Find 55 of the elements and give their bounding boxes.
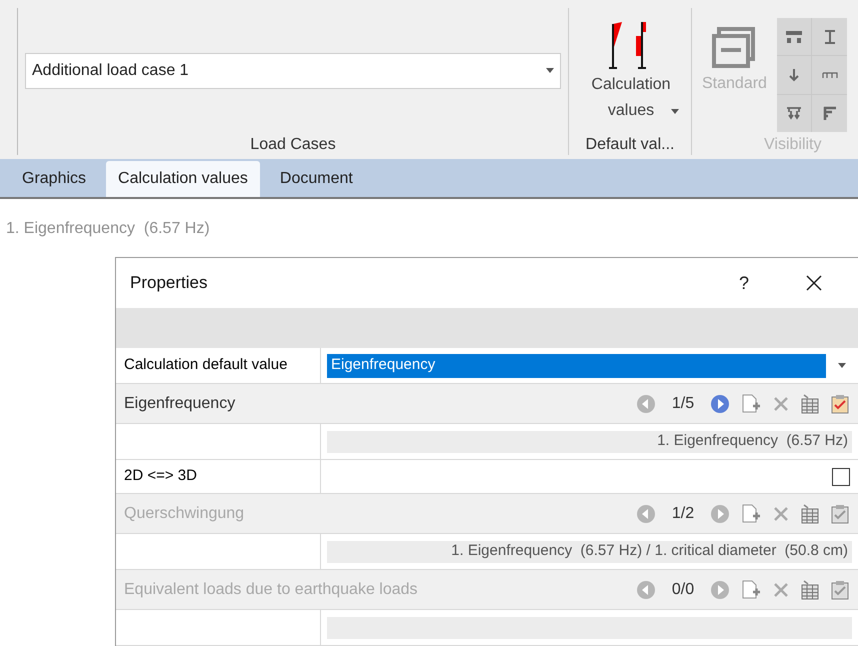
page-counter: 1/2 [670,504,696,524]
tab[interactable]: Document [268,161,365,197]
section-title: Equivalent loads due to earthquake loads [124,580,419,600]
visibility-toggle[interactable] [812,94,847,132]
value-display: 1. Eigenfrequency (6.57 Hz) / 1. critical diameter (50.8 cm) [327,540,852,562]
value-display: 1. Eigenfrequency (6.57 Hz) [327,430,852,452]
table-icon[interactable] [800,504,820,524]
visibility-toggle[interactable] [776,18,812,56]
caret-icon [546,68,554,74]
page-counter: 0/0 [670,580,696,600]
previous-icon[interactable] [636,394,656,414]
visibility-toggle[interactable] [776,56,812,94]
table-icon[interactable] [800,580,820,600]
checkbox[interactable] [832,468,850,486]
visibility-toggle[interactable] [812,18,847,56]
add-page-icon[interactable] [740,578,762,600]
result-heading: 1. Eigenfrequency (6.57 Hz) [6,219,211,239]
previous-icon[interactable] [636,504,656,524]
bars-icon [822,105,838,122]
default-value-select[interactable]: Eigenfrequency [321,348,858,383]
tab[interactable]: Graphics [10,161,98,197]
field-label: Calculation default value [116,348,321,383]
delete-icon[interactable] [772,580,790,598]
group-label: Visibility [763,135,822,156]
clipboard-icon[interactable] [830,580,850,600]
group-label: Load Cases [249,135,337,156]
previous-icon[interactable] [636,580,656,600]
section-title: Eigenfrequency [124,394,236,414]
page-counter: 1/5 [670,394,696,414]
next-icon[interactable] [710,580,730,600]
caret-icon [838,363,846,368]
selected-option: Eigenfrequency [327,354,826,378]
help-button[interactable]: ? [732,270,756,296]
group-label: Default val... [586,135,674,156]
delete-icon[interactable] [772,394,790,412]
section-title: Querschwingung [124,504,246,524]
add-page-icon[interactable] [740,502,762,524]
beam-icon [786,28,802,45]
double-arrow-icon [786,105,802,122]
tab[interactable]: Calculation values [106,161,260,197]
caret-icon [671,109,679,114]
calculation-values-button[interactable]: Calculation values [581,8,679,134]
table-icon[interactable] [800,394,820,414]
next-icon[interactable] [710,394,730,414]
delete-icon[interactable] [772,504,790,522]
clipboard-icon[interactable] [830,504,850,524]
field-label: 2D <=> 3D [116,460,321,493]
dialog-title: Properties [130,272,208,294]
next-icon[interactable] [710,504,730,524]
visibility-toggle[interactable] [776,94,812,132]
clipboard-icon[interactable] [830,394,850,414]
close-icon[interactable] [806,275,822,291]
add-page-icon[interactable] [740,392,762,414]
load-case-select[interactable]: Additional load case 1 [25,52,561,89]
visibility-toggle[interactable] [812,56,847,94]
